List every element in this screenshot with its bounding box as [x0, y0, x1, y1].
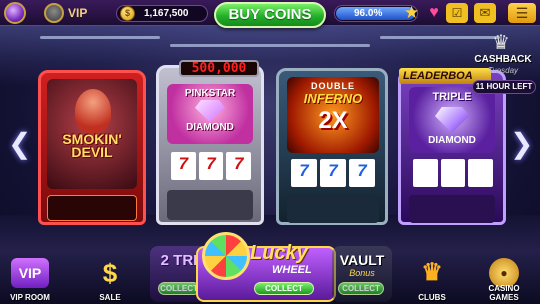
- machine-base: [287, 195, 379, 223]
- cashback-timer: 11 HOUR LEFT: [472, 80, 536, 94]
- vault-title: VAULT: [339, 252, 385, 268]
- lucky-wheel-icon: [202, 232, 250, 280]
- casino-games-button[interactable]: ● CASINO GAMES: [474, 258, 534, 304]
- sale-label: SALE: [99, 293, 121, 302]
- machine-title: DOUBLE: [311, 81, 355, 91]
- vip-room-button[interactable]: VIP VIP ROOM: [0, 258, 60, 304]
- scroll-right-arrow-icon[interactable]: ❯: [510, 130, 533, 158]
- machine-title: SMOKIN' DEVIL: [62, 131, 122, 160]
- machine-multiplier: 2X: [318, 107, 348, 134]
- level-percent: 96.0%: [354, 8, 383, 19]
- machine-base: [47, 195, 137, 221]
- heart-gift-icon[interactable]: ♥: [423, 3, 445, 23]
- light-strip: [170, 44, 370, 47]
- coin-balance: 1,167,500: [144, 8, 189, 19]
- menu-icon[interactable]: ☰: [508, 3, 536, 23]
- cashback-title: CASHBACK: [474, 54, 532, 65]
- slot-machine-double-inferno[interactable]: DOUBLE INFERNO 2X 7 7 7: [276, 68, 388, 225]
- reels: [413, 159, 494, 187]
- machine-screen: PINKSTAR DIAMOND: [167, 84, 253, 144]
- avatar[interactable]: [44, 3, 64, 23]
- reel-symbol: [413, 159, 438, 187]
- reel-symbol: 7: [226, 152, 252, 180]
- reel-symbol: 7: [198, 152, 224, 180]
- clubs-button[interactable]: ♛ CLUBS: [402, 258, 462, 304]
- reel-symbol: 7: [320, 159, 346, 187]
- diamond-icon: [435, 107, 469, 133]
- machine-base: [167, 190, 253, 220]
- lucky-wheel-collect-button[interactable]: COLLECT: [254, 282, 314, 295]
- reel-symbol: [468, 159, 494, 187]
- machine-name-line: INFERNO: [303, 91, 363, 106]
- vip-label[interactable]: VIP: [68, 6, 87, 20]
- vip-room-label: VIP ROOM: [10, 293, 50, 302]
- mail-icon[interactable]: ✉: [474, 3, 496, 23]
- slot-machine-smokin-devil[interactable]: SMOKIN' DEVIL: [38, 70, 146, 225]
- vault-bonus-promo[interactable]: VAULT Bonus COLLECT: [332, 246, 392, 302]
- machine-screen: TRIPLE DIAMOND: [409, 87, 495, 153]
- slot-machine-pinkstar-diamond[interactable]: 500,000 PINKSTAR DIAMOND 7 7 7: [156, 60, 264, 225]
- cashback-icon: ♛: [492, 32, 510, 54]
- devil-character-icon: [75, 89, 111, 133]
- reels: 7 7 7: [291, 159, 375, 187]
- scroll-left-arrow-icon[interactable]: ❮: [8, 130, 31, 158]
- star-icon: ★: [404, 3, 420, 22]
- checklist-icon[interactable]: ☑: [446, 3, 468, 23]
- vault-subtitle: Bonus: [349, 268, 375, 278]
- sale-button[interactable]: $ SALE: [80, 258, 140, 304]
- buy-coins-button[interactable]: BUY COINS: [214, 2, 326, 28]
- machine-title: PINKSTAR: [184, 88, 236, 99]
- vip-badge-icon[interactable]: [4, 2, 26, 24]
- jackpot-display: 500,000: [179, 60, 259, 77]
- top-bar: VIP $ 1,167,500 BUY COINS 96.0% ★ ♥ ☑ ✉ …: [0, 0, 540, 28]
- light-strip: [40, 36, 160, 39]
- lucky-wheel-subtitle: WHEEL: [272, 264, 312, 276]
- reel-symbol: 7: [171, 152, 196, 180]
- vip-room-icon: VIP: [11, 258, 49, 288]
- machine-base: [409, 195, 495, 223]
- machine-screen: DOUBLE INFERNO 2X: [287, 77, 379, 153]
- lucky-wheel-title: Lucky: [250, 242, 308, 264]
- clubs-label: CLUBS: [418, 293, 446, 302]
- lucky-wheel-promo[interactable]: Lucky WHEEL COLLECT: [196, 232, 336, 302]
- reel-symbol: 7: [349, 159, 375, 187]
- lobby-background: VIP $ 1,167,500 BUY COINS 96.0% ★ ♥ ☑ ✉ …: [0, 0, 540, 304]
- machine-subtitle: DIAMOND: [186, 122, 234, 133]
- reels: 7 7 7: [171, 152, 252, 180]
- vault-collect-button[interactable]: COLLECT: [338, 282, 384, 295]
- crown-icon: ♛: [421, 259, 443, 286]
- reel-symbol: [440, 159, 466, 187]
- triple-collect-button[interactable]: COLLECT: [158, 282, 200, 295]
- reel-symbol: 7: [291, 159, 317, 187]
- sale-dollar-icon: $: [102, 258, 118, 288]
- coin-icon: $: [120, 6, 135, 21]
- machine-screen: SMOKIN' DEVIL: [47, 79, 137, 189]
- cashback-subtitle: Tuesday: [487, 66, 519, 75]
- diamond-icon: [195, 100, 225, 122]
- machine-subtitle: DIAMOND: [428, 135, 476, 146]
- casino-games-label: CASINO GAMES: [488, 284, 520, 302]
